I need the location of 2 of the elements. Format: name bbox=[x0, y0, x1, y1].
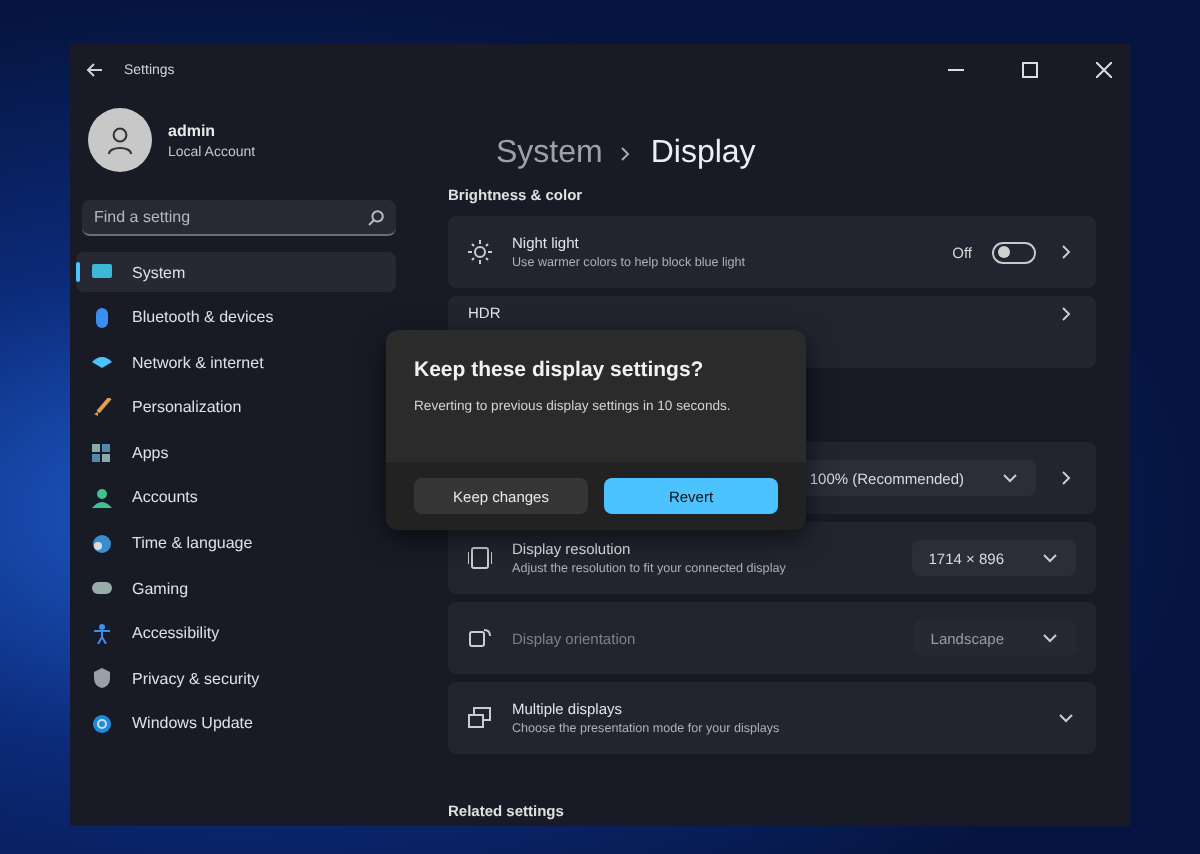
page-title: Display bbox=[650, 136, 756, 172]
account-name: admin bbox=[168, 121, 218, 139]
